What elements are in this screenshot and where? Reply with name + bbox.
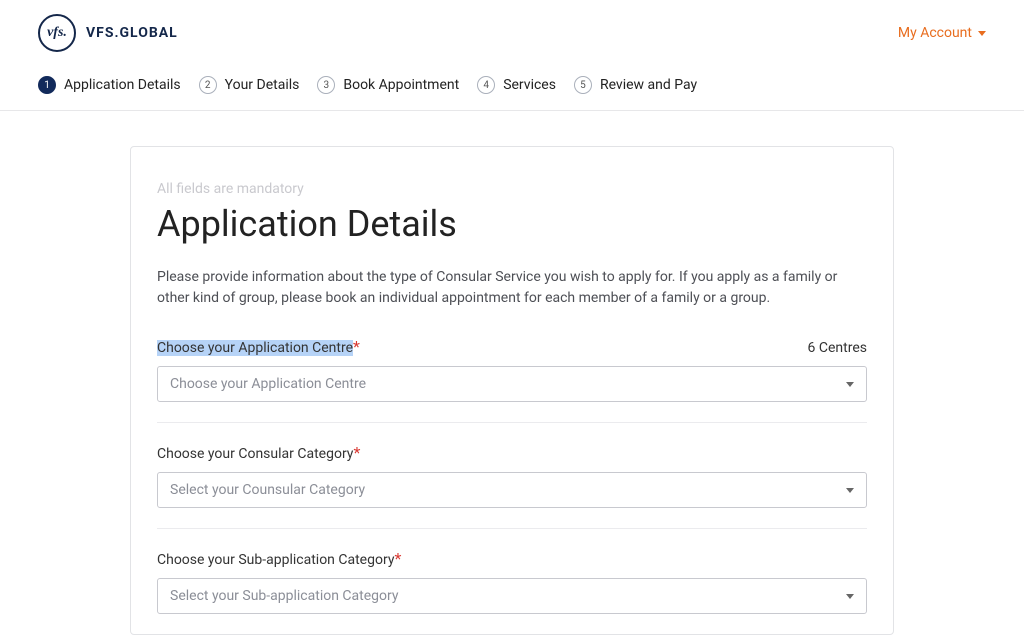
step-label: Review and Pay bbox=[600, 77, 697, 93]
step-book-appointment[interactable]: 3 Book Appointment bbox=[317, 76, 459, 94]
field-sub-application-category: Choose your Sub-application Category* Se… bbox=[157, 549, 867, 614]
step-application-details[interactable]: 1 Application Details bbox=[38, 76, 181, 94]
step-label: Application Details bbox=[64, 77, 181, 93]
step-review-and-pay[interactable]: 5 Review and Pay bbox=[574, 76, 697, 94]
select-sub-application-category[interactable]: Select your Sub-application Category bbox=[157, 578, 867, 614]
chevron-down-icon bbox=[846, 594, 854, 599]
step-services[interactable]: 4 Services bbox=[477, 76, 556, 94]
my-account-menu[interactable]: My Account bbox=[898, 25, 986, 41]
logo-mark-icon: vfs. bbox=[38, 14, 76, 52]
page-title: Application Details bbox=[157, 203, 867, 245]
centres-count: 6 Centres bbox=[808, 340, 867, 356]
step-your-details[interactable]: 2 Your Details bbox=[199, 76, 300, 94]
chevron-down-icon bbox=[978, 31, 986, 36]
step-label: Book Appointment bbox=[343, 77, 459, 93]
field-label-app-centre: Choose your Application Centre bbox=[157, 340, 353, 356]
field-consular-category: Choose your Consular Category* Select yo… bbox=[157, 443, 867, 529]
step-label: Your Details bbox=[225, 77, 300, 93]
intro-text: Please provide information about the typ… bbox=[157, 267, 867, 309]
stepper: 1 Application Details 2 Your Details 3 B… bbox=[0, 66, 1024, 111]
required-asterisk: * bbox=[394, 549, 401, 568]
chevron-down-icon bbox=[846, 488, 854, 493]
my-account-label: My Account bbox=[898, 25, 972, 41]
field-application-centre: Choose your Application Centre* 6 Centre… bbox=[157, 337, 867, 423]
select-placeholder: Select your Sub-application Category bbox=[170, 588, 398, 604]
select-placeholder: Select your Counsular Category bbox=[170, 482, 365, 498]
field-label-sub-category: Choose your Sub-application Category bbox=[157, 552, 394, 568]
chevron-down-icon bbox=[846, 382, 854, 387]
application-details-card: All fields are mandatory Application Det… bbox=[130, 146, 894, 635]
step-number-badge: 5 bbox=[574, 76, 592, 94]
logo-text: VFS.GLOBAL bbox=[86, 25, 178, 41]
select-consular-category[interactable]: Select your Counsular Category bbox=[157, 472, 867, 508]
step-number-badge: 4 bbox=[477, 76, 495, 94]
header: vfs. VFS.GLOBAL My Account bbox=[0, 0, 1024, 66]
step-number-badge: 1 bbox=[38, 76, 56, 94]
step-number-badge: 3 bbox=[317, 76, 335, 94]
select-placeholder: Choose your Application Centre bbox=[170, 376, 366, 392]
required-asterisk: * bbox=[353, 443, 360, 462]
step-number-badge: 2 bbox=[199, 76, 217, 94]
mandatory-note: All fields are mandatory bbox=[157, 181, 867, 197]
select-application-centre[interactable]: Choose your Application Centre bbox=[157, 366, 867, 402]
step-label: Services bbox=[503, 77, 556, 93]
logo[interactable]: vfs. VFS.GLOBAL bbox=[38, 14, 178, 52]
field-label-consular-category: Choose your Consular Category bbox=[157, 446, 353, 462]
required-asterisk: * bbox=[353, 337, 360, 356]
content-area: All fields are mandatory Application Det… bbox=[0, 111, 1024, 635]
